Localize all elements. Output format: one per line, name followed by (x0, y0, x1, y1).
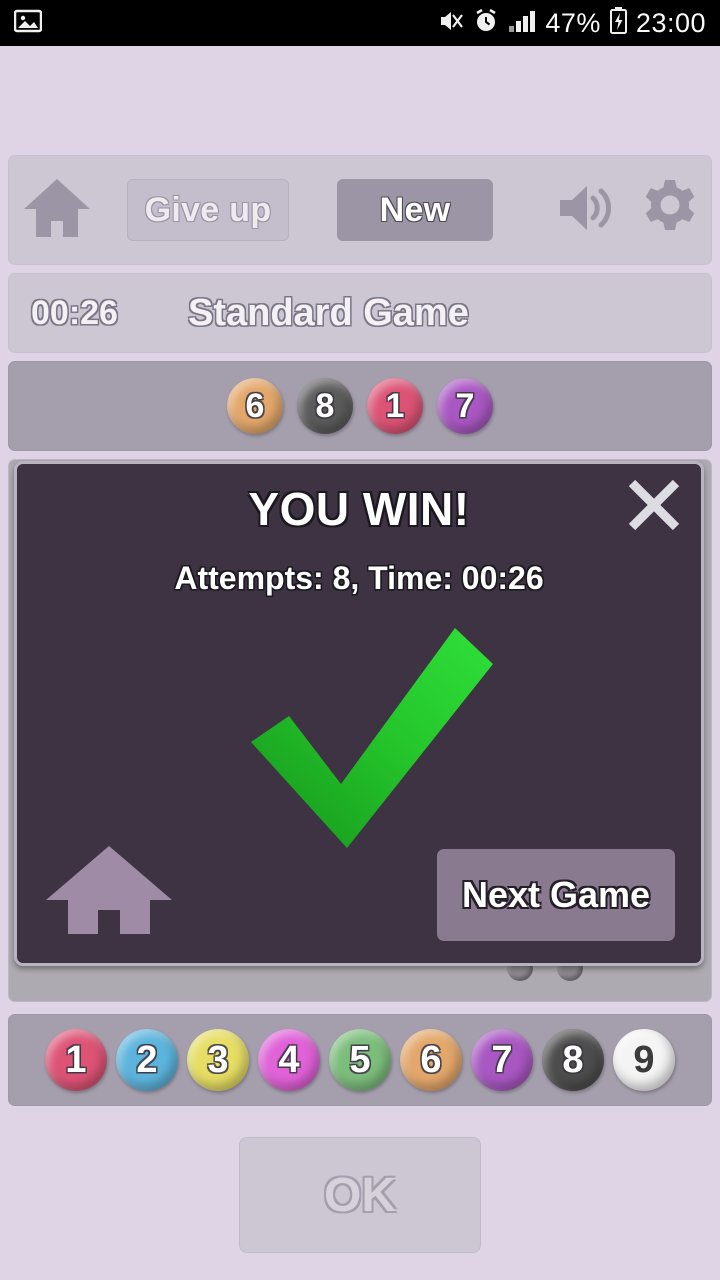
palette-ball-number: 1 (65, 1038, 87, 1081)
give-up-button[interactable]: Give up (127, 179, 289, 241)
palette-ball-number: 2 (136, 1038, 158, 1081)
alarm-icon (473, 8, 499, 39)
code-ball-number: 6 (245, 386, 265, 425)
palette-ball-7[interactable]: 7 (471, 1029, 533, 1091)
dialog-home-button[interactable] (39, 845, 179, 941)
code-ball: 8 (297, 378, 353, 434)
code-ball: 7 (437, 378, 493, 434)
code-ball: 6 (227, 378, 283, 434)
check-mark-icon (243, 624, 513, 854)
color-palette: 1 2 3 4 5 6 7 8 9 (8, 1014, 712, 1106)
next-game-button[interactable]: Next Game (437, 849, 675, 941)
close-button[interactable] (619, 472, 689, 542)
clock-label: 23:00 (635, 7, 706, 38)
close-icon (625, 476, 683, 539)
palette-ball-1[interactable]: 1 (45, 1029, 107, 1091)
home-icon (22, 177, 92, 244)
battery-charging-icon (609, 7, 627, 39)
signal-icon (508, 9, 536, 38)
timer-label: 00:26 (31, 293, 118, 332)
game-mode-label: Standard Game (187, 291, 469, 334)
palette-ball-6[interactable]: 6 (400, 1029, 462, 1091)
new-game-button[interactable]: New (337, 179, 493, 241)
dialog-title: YOU WIN! (248, 483, 470, 535)
palette-ball-3[interactable]: 3 (187, 1029, 249, 1091)
palette-ball-8[interactable]: 8 (542, 1029, 604, 1091)
palette-ball-9[interactable]: 9 (613, 1029, 675, 1091)
palette-ball-number: 5 (349, 1038, 371, 1081)
status-bar: 47% 23:00 (0, 0, 720, 46)
palette-ball-number: 3 (207, 1038, 229, 1081)
speaker-on-icon (556, 180, 620, 241)
mute-vibrate-icon (438, 8, 464, 39)
palette-ball-number: 9 (633, 1038, 655, 1081)
palette-ball-5[interactable]: 5 (329, 1029, 391, 1091)
secret-code-row: 6 8 1 7 (8, 361, 712, 451)
palette-ball-4[interactable]: 4 (258, 1029, 320, 1091)
code-ball: 1 (367, 378, 423, 434)
status-bar-right: 47% 23:00 (438, 7, 706, 39)
gear-icon (641, 179, 699, 242)
status-bar-left (13, 9, 43, 38)
palette-ball-number: 4 (278, 1038, 300, 1081)
sound-toggle-button[interactable] (547, 160, 629, 260)
toolbar: Give up New (8, 155, 712, 265)
code-ball-number: 8 (315, 386, 335, 425)
code-ball-number: 7 (455, 386, 475, 425)
dialog-stats: Attempts: 8, Time: 00:26 (174, 560, 544, 596)
win-dialog: YOU WIN! Attempts: 8, Time: 00:26 Next G… (14, 461, 704, 966)
palette-ball-number: 8 (562, 1038, 584, 1081)
battery-percent-label: 47% (545, 7, 601, 38)
code-ball-number: 1 (385, 386, 405, 425)
home-icon (44, 844, 174, 941)
palette-ball-number: 6 (420, 1038, 442, 1081)
settings-button[interactable] (629, 160, 711, 260)
info-bar: 00:26 Standard Game (8, 273, 712, 353)
home-button[interactable] (9, 160, 105, 260)
ok-button[interactable]: OK (239, 1137, 481, 1253)
palette-ball-2[interactable]: 2 (116, 1029, 178, 1091)
app-screen: 47% 23:00 Give up New 00:26 Standard Gam… (0, 0, 720, 1280)
palette-ball-number: 7 (491, 1038, 513, 1081)
image-icon (13, 9, 43, 38)
